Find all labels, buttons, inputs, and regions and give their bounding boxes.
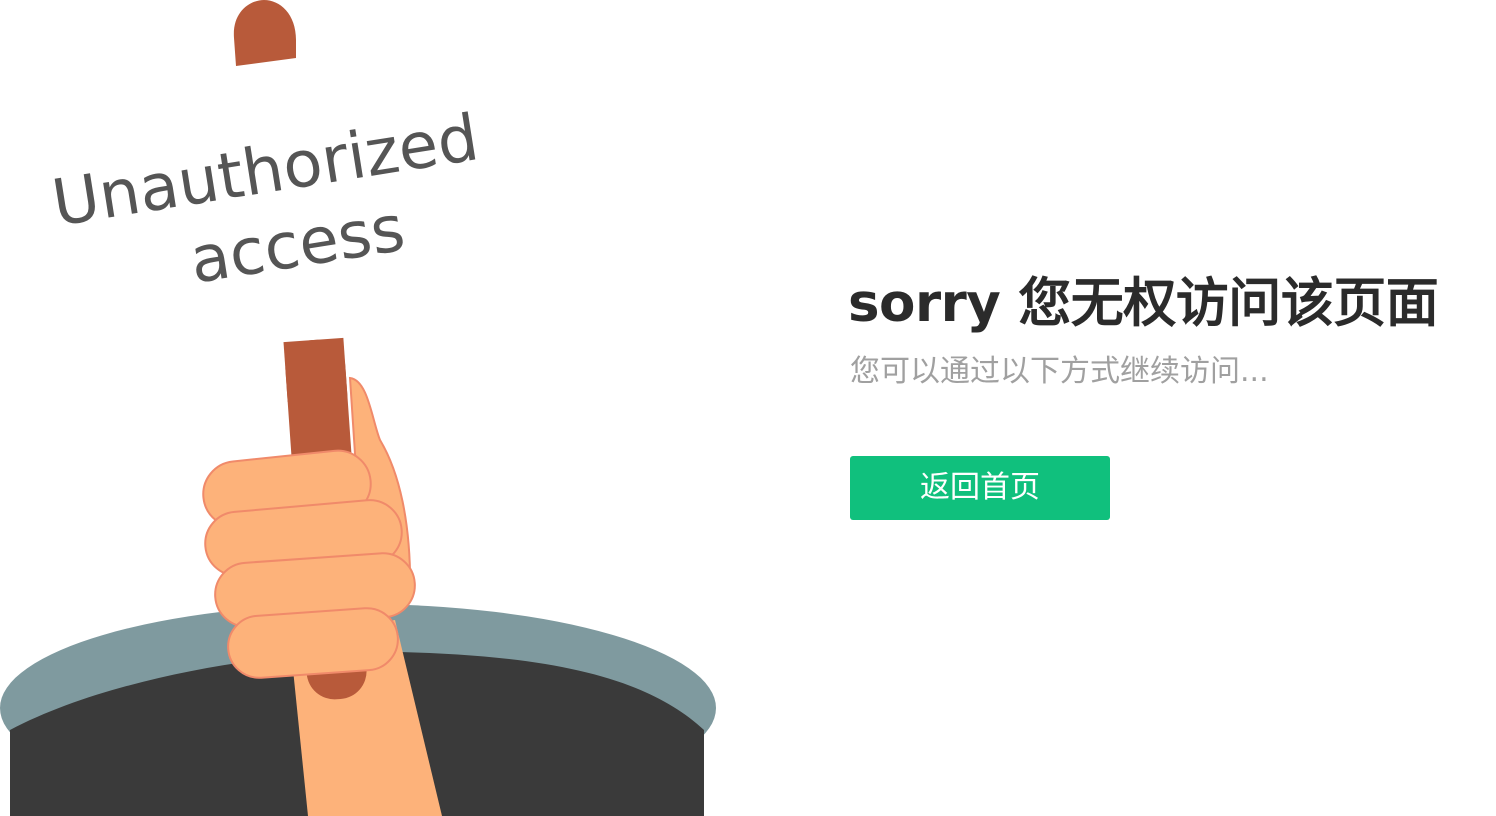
- message-panel: sorry 您无权访问该页面 您可以通过以下方式继续访问... 返回首页: [848, 268, 1488, 520]
- page-title: sorry 您无权访问该页面: [848, 273, 1439, 334]
- sign-top-tab: [233, 0, 296, 66]
- unauthorized-page: Unauthorized access sorry 您无权访问该页面 您可以通过…: [0, 0, 1496, 816]
- sign-text: Unauthorized access: [47, 101, 483, 298]
- page-subtitle: 您可以通过以下方式继续访问...: [850, 354, 1269, 389]
- back-home-button[interactable]: 返回首页: [850, 456, 1110, 520]
- unauthorized-illustration: Unauthorized access: [0, 0, 716, 816]
